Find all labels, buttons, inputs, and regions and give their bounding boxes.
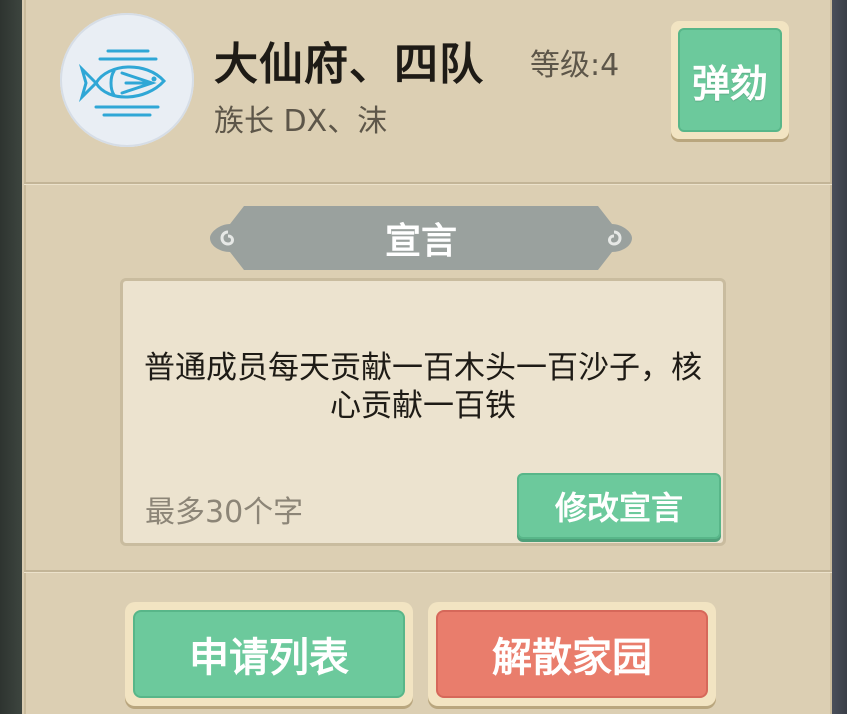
declaration-box: 普通成员每天贡献一百木头一百沙子，核心贡献一百铁 最多30个字 修改宣言 bbox=[120, 278, 726, 546]
divider-bottom bbox=[24, 570, 832, 573]
game-screen: 大仙府、四队 等级:4 族长 DX、沫 弹劾 宣言 普通成员每天贡献一百木头一百… bbox=[0, 0, 847, 714]
clan-name: 大仙府、四队 bbox=[214, 39, 484, 90]
dismiss-clan-button[interactable]: 解散家园 bbox=[428, 602, 716, 706]
declaration-char-limit: 最多30个字 bbox=[145, 495, 304, 530]
divider-top bbox=[24, 182, 832, 185]
declaration-text: 普通成员每天贡献一百木头一百沙子，核心贡献一百铁 bbox=[144, 350, 702, 424]
fish-icon bbox=[78, 49, 167, 117]
clan-level: 等级:4 bbox=[530, 48, 620, 83]
declaration-banner: 宣言 bbox=[210, 206, 632, 270]
clan-emblem bbox=[60, 13, 194, 147]
apply-list-button[interactable]: 申请列表 bbox=[125, 602, 413, 706]
edit-declaration-button[interactable]: 修改宣言 bbox=[517, 473, 721, 539]
impeach-button[interactable]: 弹劾 bbox=[671, 21, 789, 139]
impeach-button-label: 弹劾 bbox=[678, 28, 782, 132]
dismiss-clan-label: 解散家园 bbox=[436, 610, 708, 698]
declaration-title: 宣言 bbox=[384, 221, 457, 262]
apply-list-label: 申请列表 bbox=[133, 610, 405, 698]
clan-leader: 族长 DX、沫 bbox=[214, 104, 388, 139]
